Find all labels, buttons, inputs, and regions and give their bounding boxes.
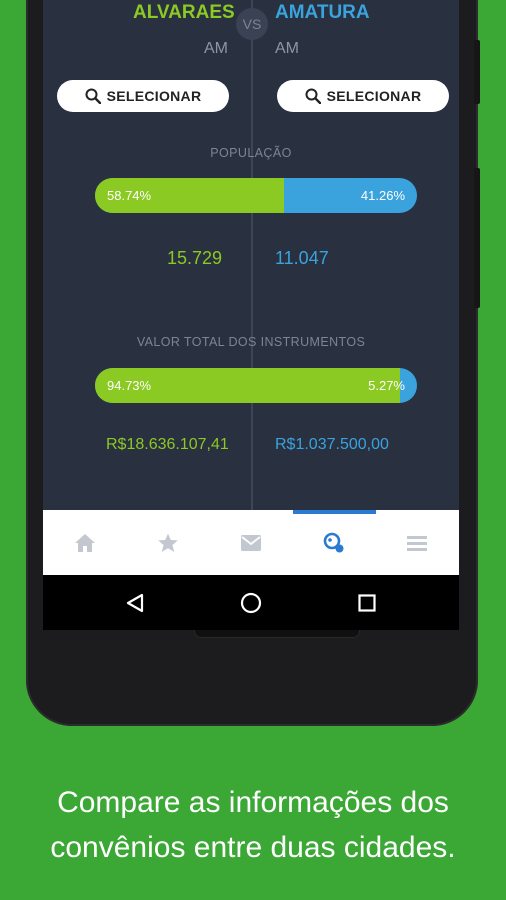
promo-caption: Compare as informações dos convênios ent… <box>0 780 506 870</box>
nav-messages[interactable] <box>209 510 292 575</box>
system-navigation-bar <box>43 575 459 630</box>
compare-icon <box>323 532 344 552</box>
search-icon <box>305 88 321 104</box>
home-system-button[interactable] <box>193 592 309 614</box>
population-right-value: 11.047 <box>275 248 329 268</box>
left-city-name: ALVARAES <box>133 2 235 23</box>
volume-button <box>474 40 480 104</box>
power-button <box>474 168 480 308</box>
instruments-left-value: R$18.636.107,41 <box>106 436 229 453</box>
back-icon <box>126 593 144 612</box>
population-right-pct: 41.26% <box>360 188 405 203</box>
circle-home-icon <box>240 592 262 613</box>
select-button-label: SELECIONAR <box>326 88 422 104</box>
population-title: POPULAÇÃO <box>210 146 292 160</box>
nav-menu[interactable] <box>376 510 459 575</box>
left-state: AM <box>204 40 228 57</box>
right-city-name: AMATURA <box>275 2 370 23</box>
bottom-navigation <box>43 510 459 575</box>
instruments-title: VALOR TOTAL DOS INSTRUMENTOS <box>136 335 366 349</box>
right-state: AM <box>275 40 299 57</box>
caption-line-1: Compare as informações dos <box>57 786 449 819</box>
instruments-right-pct: 5.27% <box>368 378 405 393</box>
menu-icon <box>407 535 428 551</box>
population-bar: 58.74% 41.26% <box>95 178 417 213</box>
nav-compare[interactable] <box>292 510 377 575</box>
select-button-label: SELECIONAR <box>106 88 202 104</box>
nav-favorites[interactable] <box>126 510 209 575</box>
population-left-value: 15.729 <box>167 248 223 268</box>
mail-icon <box>241 534 261 551</box>
center-divider <box>251 0 253 510</box>
instruments-right-value: R$1.037.500,00 <box>275 436 389 453</box>
instruments-bar: 94.73% 5.27% <box>95 368 417 403</box>
caption-line-2: convênios entre duas cidades. <box>50 831 456 864</box>
instruments-left-pct: 94.73% <box>107 378 152 393</box>
recents-button[interactable] <box>309 593 425 612</box>
square-recents-icon <box>358 593 376 612</box>
vs-badge: VS <box>236 8 268 40</box>
star-icon <box>157 533 178 552</box>
app-screen: ALVARAES VS AMATURA AM AM SELECIONAR SEL… <box>43 0 459 630</box>
select-left-city-button[interactable]: SELECIONAR <box>57 80 229 112</box>
back-button[interactable] <box>77 593 193 613</box>
select-right-city-button[interactable]: SELECIONAR <box>277 80 449 112</box>
home-icon <box>74 533 95 552</box>
search-icon <box>85 88 101 104</box>
nav-home[interactable] <box>43 510 126 575</box>
population-left-pct: 58.74% <box>107 188 152 203</box>
